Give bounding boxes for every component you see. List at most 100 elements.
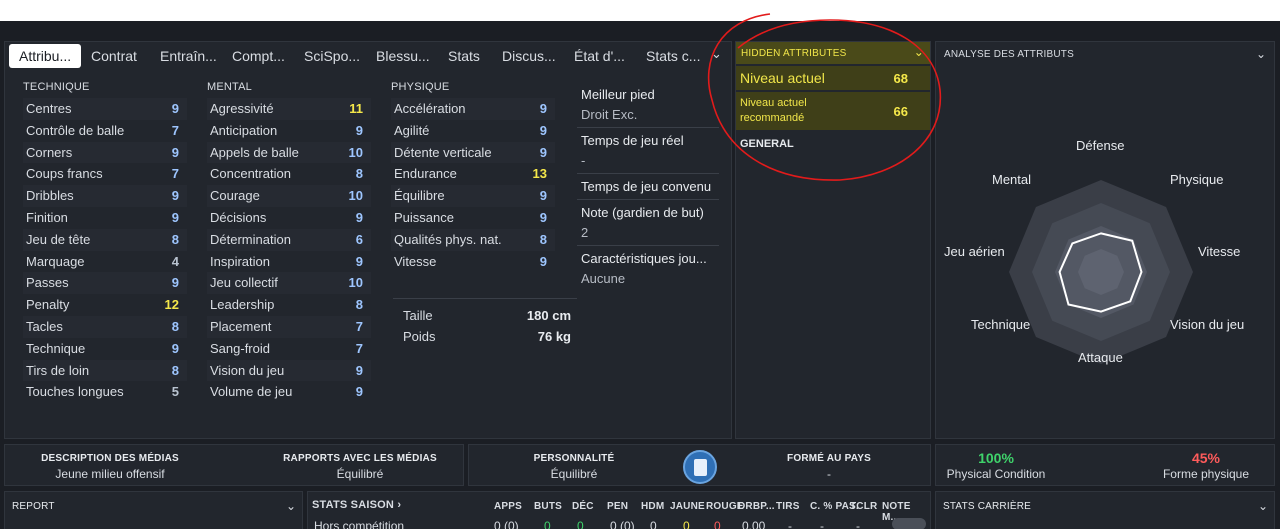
tab-attributes[interactable]: Attribu... [9, 44, 82, 68]
tab-sports-science[interactable]: SciSpo... [304, 44, 360, 68]
tab-bar: Attribu... Contrat Entraîn... Compt... S… [5, 42, 725, 72]
attribute-row[interactable]: Technique 9 [23, 338, 187, 360]
stats-column-header[interactable]: APPS [494, 501, 522, 512]
attribute-row[interactable]: Équilibre 9 [391, 185, 555, 207]
stats-column-header[interactable]: TIRS [776, 501, 800, 512]
mental-list: Agressivité 11 Anticipation 9 Appels de ball… [207, 98, 371, 403]
stats-column-header[interactable]: JAUNE [670, 501, 705, 512]
attribute-row[interactable]: Sang-froid 7 [207, 338, 371, 360]
attribute-name: Décisions [210, 209, 267, 225]
stats-column-header[interactable]: TCLR [850, 501, 877, 512]
stats-column-header[interactable]: BUTS [534, 501, 562, 512]
attribute-row[interactable]: Dribbles 9 [23, 185, 187, 207]
attribute-row[interactable]: Décisions 9 [207, 207, 371, 229]
player-info-column: Meilleur pied Droit Exc. Temps de jeu ré… [577, 82, 719, 291]
attribute-name: Détermination [210, 231, 291, 247]
attribute-row[interactable]: Contrôle de balle 7 [23, 120, 187, 142]
chevron-down-icon[interactable]: ⌄ [711, 46, 725, 64]
tab-status[interactable]: État d'... [574, 44, 625, 68]
attribute-name: Volume de jeu [210, 384, 293, 400]
attribute-row[interactable]: Vision du jeu 9 [207, 359, 371, 382]
info-label: Meilleur pied [581, 87, 655, 102]
tab-injuries[interactable]: Blessu... [376, 44, 430, 68]
attribute-name: Technique [26, 340, 86, 356]
homegrown: FORMÉ AU PAYS - [749, 453, 909, 481]
tab-stats[interactable]: Stats [448, 44, 480, 68]
info-traits[interactable]: Caractéristiques jou... Aucune [577, 246, 719, 291]
attribute-row[interactable]: Courage 10 [207, 185, 371, 207]
current-ability-label: Niveau actuel [740, 70, 825, 86]
attribute-name: Sang-froid [210, 340, 270, 356]
season-stats-title[interactable]: STATS SAISON › [312, 499, 401, 511]
attribute-row[interactable]: Vitesse 9 [391, 251, 555, 273]
attribute-name: Leadership [210, 297, 275, 313]
personality-badge-icon[interactable] [683, 450, 717, 484]
attribute-value: 8 [355, 166, 363, 182]
stats-column-header[interactable]: PEN [607, 501, 628, 512]
attribute-row[interactable]: Agilité 9 [391, 120, 555, 142]
radar-label-aerial: Jeu aérien [944, 244, 1005, 259]
attribute-value: 9 [539, 101, 547, 116]
attribute-row[interactable]: Accélération 9 [391, 98, 555, 120]
tab-reports[interactable]: Compt... [232, 44, 285, 68]
attribute-row[interactable]: Marquage 4 [23, 251, 187, 273]
attribute-row[interactable]: Qualités phys. nat. 8 [391, 228, 555, 251]
attribute-value: 9 [171, 340, 179, 356]
tab-contract[interactable]: Contrat [91, 44, 137, 68]
attribute-row[interactable]: Passes 9 [23, 272, 187, 295]
attribute-row[interactable]: Corners 9 [23, 141, 187, 164]
attribute-row[interactable]: Jeu collectif 10 [207, 272, 371, 295]
physique-list: Accélération 9 Agilité 9 Détente verticale 9 E… [391, 98, 555, 272]
height-label: Taille [403, 308, 433, 323]
attribute-name: Touches longues [26, 384, 124, 400]
attribute-value: 9 [171, 144, 179, 160]
chevron-down-icon[interactable]: ⌄ [1258, 499, 1268, 513]
attribute-row[interactable]: Penalty 12 [23, 294, 187, 316]
attribute-row[interactable]: Agressivité 11 [207, 98, 371, 120]
stats-cell: 0 [577, 519, 584, 529]
attribute-row[interactable]: Endurance 13 [391, 163, 555, 185]
attribute-row[interactable]: Détente verticale 9 [391, 141, 555, 164]
attribute-row[interactable]: Centres 9 [23, 98, 187, 120]
chevron-down-icon[interactable]: ⌄ [286, 499, 296, 513]
attribute-row[interactable]: Leadership 8 [207, 294, 371, 316]
physical-condition-label: Physical Condition [946, 467, 1046, 481]
stats-column-header[interactable]: DRBP... [738, 501, 775, 512]
attribute-value: 6 [355, 231, 363, 247]
attribute-row[interactable]: Coups francs 7 [23, 163, 187, 185]
chevron-down-icon[interactable]: ⌄ [914, 45, 924, 59]
attribute-row[interactable]: Touches longues 5 [23, 381, 187, 403]
stats-cell: - [856, 519, 860, 529]
attribute-row[interactable]: Tacles 8 [23, 315, 187, 338]
current-ability-value: 68 [893, 71, 908, 86]
attribute-name: Tacles [26, 318, 63, 334]
attribute-row[interactable]: Puissance 9 [391, 207, 555, 229]
tab-training[interactable]: Entraîn... [160, 44, 217, 68]
info-value: Aucune [581, 271, 626, 286]
attribute-row[interactable]: Appels de balle 10 [207, 141, 371, 164]
attribute-value: 5 [171, 384, 179, 400]
attribute-row[interactable]: Détermination 6 [207, 228, 371, 251]
hidden-attributes-header[interactable]: HIDDEN ATTRIBUTES ⌄ [736, 42, 930, 64]
attribute-row[interactable]: Tirs de loin 8 [23, 359, 187, 382]
physique-heading: PHYSIQUE [391, 81, 450, 93]
attribute-name: Passes [26, 275, 69, 291]
attribute-row[interactable]: Concentration 8 [207, 163, 371, 185]
tab-discussions[interactable]: Discus... [502, 44, 556, 68]
attribute-row[interactable]: Placement 7 [207, 315, 371, 338]
attribute-value: 7 [355, 318, 363, 334]
media-relations-title: RAPPORTS AVEC LES MÉDIAS [283, 453, 437, 464]
info-label: Temps de jeu convenu [581, 179, 712, 194]
attribute-row[interactable]: Volume de jeu 9 [207, 381, 371, 403]
attribute-name: Accélération [394, 101, 466, 116]
stats-column-header[interactable]: HDM [641, 501, 664, 512]
attribute-row[interactable]: Anticipation 9 [207, 120, 371, 142]
attribute-row[interactable]: Finition 9 [23, 207, 187, 229]
attribute-row[interactable]: Inspiration 9 [207, 251, 371, 273]
tab-career-stats[interactable]: Stats c... [646, 44, 700, 68]
attribute-row[interactable]: Jeu de tête 8 [23, 228, 187, 251]
stats-column-header[interactable]: DÉC [572, 501, 594, 512]
attribute-name: Jeu de tête [26, 231, 91, 247]
attribute-name: Contrôle de balle [26, 122, 125, 138]
attribute-name: Qualités phys. nat. [394, 231, 502, 247]
